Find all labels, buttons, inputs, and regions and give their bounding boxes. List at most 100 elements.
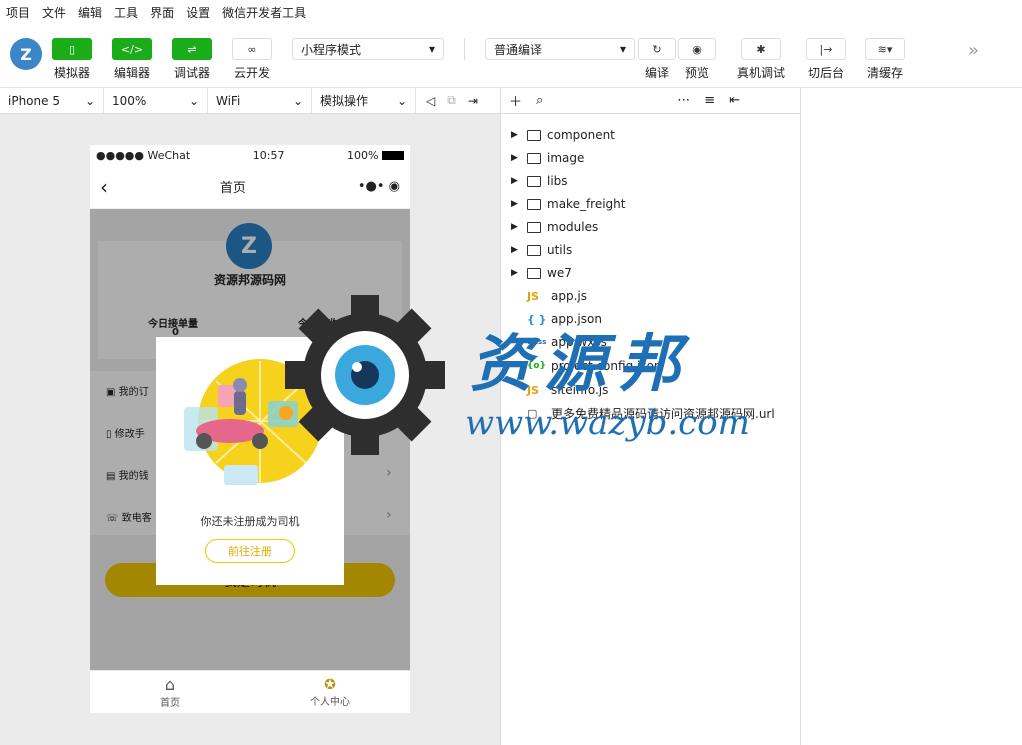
capsule-buttons[interactable]: •●• ◉ (358, 179, 400, 194)
more-icon[interactable]: ⋯ (677, 93, 690, 108)
menu-project[interactable]: 项目 (6, 4, 30, 21)
folder-icon (527, 175, 541, 187)
editor-toggle[interactable]: </> 编辑器 (112, 38, 152, 81)
caret-down-icon: ▾ (428, 42, 435, 56)
tree-item-label: make_freight (547, 197, 626, 211)
tree-item-label: project.config.json (551, 359, 662, 373)
preview-button[interactable]: ◉ 预览 (678, 38, 716, 81)
tree-item-label: utils (547, 243, 573, 257)
tab-home[interactable]: ⌂ 首页 (90, 671, 250, 713)
chevron-down-icon: ⌄ (188, 93, 199, 108)
cloud-dev-label: 云开发 (233, 66, 270, 80)
arrow-right-icon: |→ (806, 38, 846, 60)
code-icon: </> (112, 38, 152, 60)
menu-settings[interactable]: 设置 (186, 4, 210, 21)
tab-profile[interactable]: ✪ 个人中心 (250, 671, 410, 713)
phone-icon: ▯ (52, 38, 92, 60)
real-debug-label: 真机调试 (737, 66, 786, 80)
tab-profile-label: 个人中心 (310, 696, 350, 708)
zoom-select[interactable]: 100% ⌄ (104, 88, 208, 113)
network-value: WiFi (216, 93, 241, 108)
tree-item[interactable]: ▶ utils (511, 239, 572, 261)
mode-select[interactable]: 小程序模式 ▾ (292, 38, 444, 60)
debugger-toggle[interactable]: ⇌ 调试器 (172, 38, 212, 81)
tree-item[interactable]: JS app.js (527, 285, 587, 307)
mode-select-value: 小程序模式 (301, 42, 362, 57)
real-debug-button[interactable]: ✱ 真机调试 (737, 38, 785, 81)
json-file-icon: { } (527, 312, 547, 326)
debugger-label: 调试器 (173, 66, 210, 80)
background-button[interactable]: |→ 切后台 (806, 38, 846, 81)
network-select[interactable]: WiFi ⌄ (208, 88, 312, 113)
tree-item[interactable]: JS siteinfo.js (527, 379, 608, 401)
tree-item-label: 更多免费精品源码请访问资源邦源码网.url (551, 406, 775, 421)
operation-value: 模拟操作 (320, 94, 369, 108)
tree-item[interactable]: wxss app.wxss (527, 331, 607, 353)
compile-button[interactable]: ↻ 编译 (638, 38, 676, 81)
operation-select[interactable]: 模拟操作 ⌄ (312, 88, 416, 113)
editor-pane[interactable] (800, 88, 1022, 745)
collapse-icon[interactable]: ⇤ (729, 93, 740, 108)
search-icon[interactable]: ⌕ (536, 93, 543, 108)
tree-item[interactable]: ▶ make_freight (511, 193, 626, 215)
device-select[interactable]: iPhone 5 ⌄ (0, 88, 104, 113)
folder-icon (527, 244, 541, 256)
caret-right-icon: ▶ (511, 130, 518, 140)
caret-right-icon: ▶ (511, 199, 518, 209)
compile-label: 编译 (644, 66, 669, 80)
battery-text: 100% (347, 148, 379, 162)
compile-select[interactable]: 普通编译 ▾ (485, 38, 635, 60)
tree-item-label: libs (547, 174, 568, 188)
plus-icon[interactable]: ＋ (509, 91, 522, 110)
background-label: 切后台 (807, 66, 844, 80)
tree-item[interactable]: ▢ 更多免费精品源码请访问资源邦源码网.url (527, 402, 775, 424)
caret-down-icon: ▾ (619, 42, 626, 56)
register-button[interactable]: 前往注册 (205, 539, 295, 563)
expand-icon[interactable]: » (968, 40, 979, 61)
window-icon[interactable]: ⧉ (447, 93, 456, 108)
clear-cache-button[interactable]: ≋▾ 清缓存 (865, 38, 905, 81)
tree-item[interactable]: ▶ modules (511, 216, 598, 238)
tree-item[interactable]: ▶ libs (511, 170, 568, 192)
menu-tools[interactable]: 工具 (114, 4, 138, 21)
tree-item-label: image (547, 151, 585, 165)
tree-item-label: modules (547, 220, 599, 234)
chevron-down-icon: ⌄ (292, 93, 303, 108)
tree-item[interactable]: {o} project.config.json (527, 355, 662, 377)
caret-right-icon: ▶ (511, 153, 518, 163)
phone-screen: ●●●●● WeChat 10:57 100% ‹ 首页 •●• ◉ Z 资源邦… (90, 145, 410, 713)
file-tree-toolbar: ＋ ⌕ ⋯ ≡ ⇤ (500, 88, 800, 114)
tree-item[interactable]: ▶ image (511, 147, 584, 169)
wxss-file-icon: wxss (527, 338, 547, 346)
compile-select-value: 普通编译 (494, 42, 543, 57)
menu-edit[interactable]: 编辑 (78, 4, 102, 21)
menu-interface[interactable]: 界面 (150, 4, 174, 21)
link-icon: ∞ (232, 38, 272, 60)
cloud-dev-button[interactable]: ∞ 云开发 (232, 38, 272, 81)
volume-icon[interactable]: ◁ (426, 94, 435, 108)
carrier-text: ●●●●● WeChat (96, 148, 191, 162)
refresh-icon: ↻ (638, 38, 676, 60)
back-icon[interactable]: ‹ (100, 175, 108, 199)
menu-file[interactable]: 文件 (42, 4, 66, 21)
caret-right-icon: ▶ (511, 245, 518, 255)
js-file-icon: JS (527, 289, 540, 303)
tree-item-label: siteinfo.js (551, 383, 609, 397)
simulator-toggle[interactable]: ▯ 模拟器 (52, 38, 92, 81)
simulator-label: 模拟器 (53, 66, 90, 80)
tree-item-label: component (547, 128, 615, 142)
tree-item[interactable]: { } app.json (527, 308, 602, 330)
device-value: iPhone 5 (8, 93, 60, 108)
sort-icon[interactable]: ≡ (704, 93, 715, 108)
tree-item-label: app.json (551, 312, 602, 326)
medal-icon: ✪ (324, 676, 336, 693)
toolbar: Z ▯ 模拟器 </> 编辑器 ⇌ 调试器 ∞ 云开发 小程序模式 ▾ 普通编译 ▾… (0, 24, 1022, 88)
user-avatar[interactable]: Z (10, 38, 42, 70)
folder-icon (527, 129, 541, 141)
tree-item[interactable]: ▶ component (511, 124, 615, 146)
editor-label: 编辑器 (113, 66, 150, 80)
detach-icon[interactable]: ⇥ (468, 94, 478, 108)
chevron-down-icon: ⌄ (84, 93, 95, 108)
tree-item[interactable]: ▶ we7 (511, 262, 572, 284)
menu-devtools[interactable]: 微信开发者工具 (222, 4, 306, 21)
